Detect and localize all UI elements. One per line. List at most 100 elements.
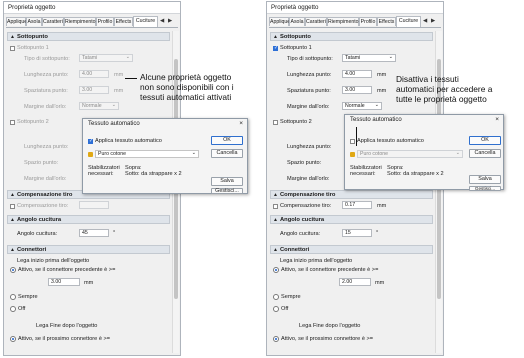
tab-riempimento[interactable]: Riempimento [327,17,359,26]
tab-asola[interactable]: Asola [26,17,42,26]
cancel-button[interactable]: Cancella [469,149,501,158]
edge-margin-select[interactable]: Normale [342,102,382,110]
pull-compensation-input[interactable] [79,201,109,209]
close-icon[interactable]: × [495,116,499,123]
manage-button[interactable]: Gestisci... [211,188,243,194]
stitch-angle-label: Angolo cucitura: [280,231,321,237]
stabilizer-bottom-value: Sotto: da strappare x 2 [125,171,182,177]
tie-in-threshold-unit: mm [84,280,94,286]
panel-title: Proprietà oggetto [8,4,56,11]
stitch-angle-input[interactable]: 15 [342,229,372,237]
section-title: Sottopunto [17,34,48,40]
close-icon[interactable]: × [239,120,243,127]
tab-scroll-right-icon[interactable]: ▶ [168,18,172,24]
ok-button[interactable]: OK [211,136,243,145]
tie-in-off-radio[interactable] [10,306,16,312]
stitch-angle-unit: ° [376,230,379,236]
underlay-type-select[interactable]: Tatami [342,54,396,62]
callout-line: Disattiva i tessuti [396,74,459,84]
collapse-arrow-icon[interactable]: ▲ [273,192,278,198]
callout-leader-line [125,78,137,79]
tie-in-active-radio[interactable] [10,267,16,273]
stitch-spacing-label: Spaziatura punto: [287,88,331,94]
collapse-arrow-icon[interactable]: ▲ [273,217,278,223]
section-stitch-angle[interactable]: ▲ Angolo cucitura [270,215,433,224]
stabilizers-label: Stabilizzatori necessari: [350,165,382,177]
cancel-button[interactable]: Cancella [211,149,243,158]
apply-auto-fabric-label: Applica tessuto automatico [95,138,162,144]
section-connectors[interactable]: ▲ Connettori [7,245,170,254]
underlay1-checkbox[interactable] [273,45,278,51]
callout-line: automatici per accedere a [396,84,493,94]
apply-auto-fabric-checkbox[interactable] [88,138,93,144]
tab-scroll-left-icon[interactable]: ◀ [160,18,164,24]
tab-riempimento[interactable]: Riempimento [64,17,96,26]
underlay1-label: Sottopunto 1 [280,45,312,51]
tab-profilo[interactable]: Profilo [96,17,114,26]
collapse-arrow-icon[interactable]: ▲ [10,192,15,198]
lock-icon [350,152,355,157]
tie-in-threshold-unit: mm [375,280,385,286]
ok-button[interactable]: OK [469,136,501,145]
tie-off-active-label: Attivo, se il prossimo connettore è >= [281,336,374,342]
pull-compensation-checkbox[interactable] [10,204,15,209]
stitch-length-input[interactable]: 4.00 [342,70,372,78]
stitch-spacing-unit: mm [114,88,124,94]
tie-in-active-radio[interactable] [273,267,279,273]
tab-cuciture[interactable]: Cuciture [396,16,421,27]
section-stitch-angle[interactable]: ▲ Angolo cucitura [7,215,170,224]
auto-fabric-dialog-right: Tessuto automatico × Applica tessuto aut… [344,114,504,191]
tab-scroll-right-icon[interactable]: ▶ [431,18,435,24]
underlay2-label: Sottopunto 2 [17,119,49,125]
tab-caratteri[interactable]: Caratteri [305,17,327,26]
tab-effects[interactable]: Effects [377,17,396,26]
fabric-select[interactable]: Puro cotone [357,150,463,158]
underlay1-checkbox[interactable] [10,46,15,51]
stitch-spacing-input[interactable]: 3.00 [79,86,109,94]
pull-compensation-input[interactable]: 0.17 [342,201,372,209]
manage-button[interactable]: Gestisci... [469,186,501,191]
save-button[interactable]: Salva [211,177,243,186]
section-title: Compensazione tiro [280,192,336,198]
tab-asola[interactable]: Asola [289,17,305,26]
collapse-arrow-icon[interactable]: ▲ [10,247,15,253]
tie-in-off-radio[interactable] [273,306,279,312]
tab-caratteri[interactable]: Caratteri [42,17,64,26]
underlay2-checkbox[interactable] [273,120,278,125]
apply-auto-fabric-checkbox[interactable] [350,139,355,144]
tie-off-active-radio[interactable] [10,336,16,342]
section-underlay[interactable]: ▲ Sottopunto [270,32,433,41]
collapse-arrow-icon[interactable]: ▲ [273,247,278,253]
tab-applique[interactable]: Applique [269,17,290,26]
section-pull-compensation[interactable]: ▲ Compensazione tiro [270,190,433,199]
tie-in-threshold-input[interactable]: 3.00 [48,278,80,286]
edge-margin-select[interactable]: Normale [79,102,119,110]
underlay-type-select[interactable]: Tatami [79,54,133,62]
tab-profilo[interactable]: Profilo [359,17,377,26]
tab-scroll-left-icon[interactable]: ◀ [423,18,427,24]
stitch-length-input[interactable]: 4.00 [79,70,109,78]
save-button[interactable]: Salva [469,175,501,184]
pull-compensation-checkbox[interactable] [273,204,278,209]
edge-margin-label: Margine dall'orlo: [287,104,330,110]
tie-in-always-radio[interactable] [273,294,279,300]
stitch-spacing-input[interactable]: 3.00 [342,86,372,94]
stitch-angle-input[interactable]: 45 [79,229,109,237]
collapse-arrow-icon[interactable]: ▲ [10,34,15,40]
section-connectors[interactable]: ▲ Connettori [270,245,433,254]
stitch-length2-label: Lunghezza punto: [24,144,69,150]
collapse-arrow-icon[interactable]: ▲ [10,217,15,223]
tie-in-always-radio[interactable] [10,294,16,300]
tab-applique[interactable]: Applique [6,17,27,26]
underlay2-checkbox[interactable] [10,120,15,125]
tie-in-threshold-input[interactable]: 2.00 [339,278,371,286]
collapse-arrow-icon[interactable]: ▲ [273,34,278,40]
stitch-spacing2-label: Spazio punto: [287,160,322,166]
stitch-length-label: Lunghezza punto: [24,72,69,78]
section-title: Sottopunto [280,34,311,40]
tab-effects[interactable]: Effects [114,17,133,26]
fabric-select[interactable]: Puro cotone [95,150,199,158]
section-underlay[interactable]: ▲ Sottopunto [7,32,170,41]
tie-off-active-radio[interactable] [273,336,279,342]
tab-cuciture[interactable]: Cuciture [133,16,158,27]
